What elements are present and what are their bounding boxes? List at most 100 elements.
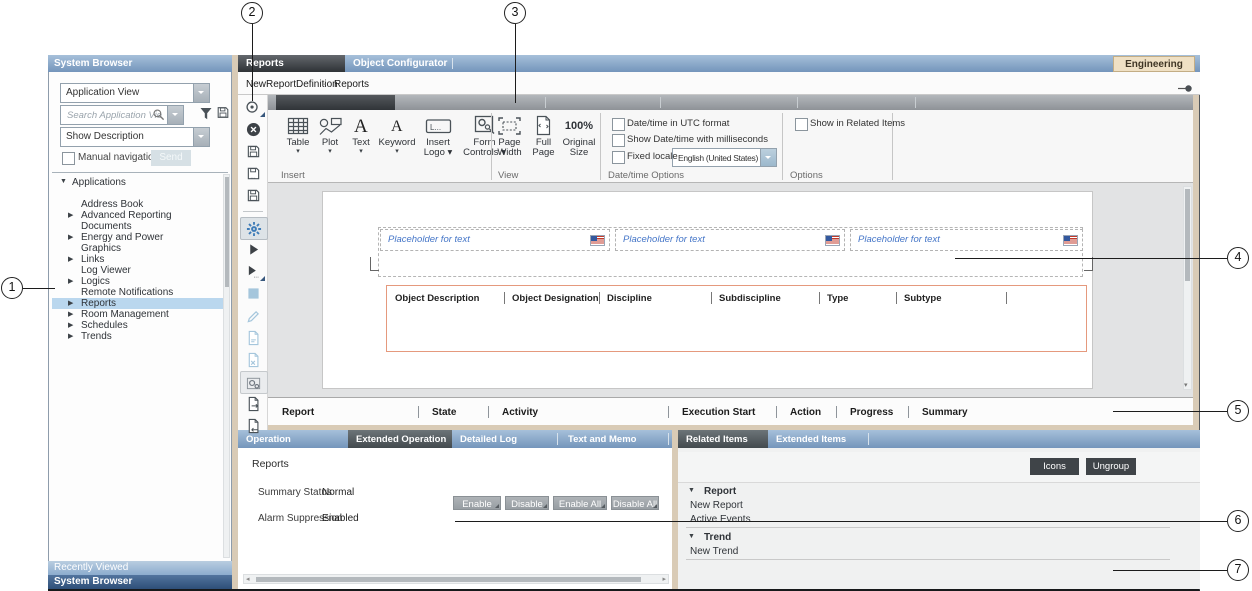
- tree-collapsed-icon[interactable]: ▶: [68, 310, 73, 318]
- tree-collapsed-icon[interactable]: ▶: [68, 255, 73, 263]
- execution-column-progress[interactable]: Progress: [836, 398, 908, 426]
- manual-navigation-checkbox[interactable]: [62, 152, 75, 165]
- related-item-new-report[interactable]: New Report: [690, 500, 743, 511]
- original-size-button[interactable]: 100%Original Size: [560, 113, 598, 158]
- save-as-icon[interactable]: ...: [240, 163, 266, 184]
- keyword-button[interactable]: AKeyword▾: [376, 113, 418, 156]
- enable-all-button[interactable]: Enable All: [553, 496, 607, 510]
- execution-column-execution-start[interactable]: Execution Start: [668, 398, 776, 426]
- execution-column-state[interactable]: State: [418, 398, 488, 426]
- settings-gear-icon[interactable]: [240, 217, 268, 240]
- ungroup-button[interactable]: Ungroup: [1086, 458, 1136, 475]
- checkbox-date-time-in-utc-format[interactable]: [612, 118, 625, 131]
- report-column-object-description[interactable]: Object Description: [387, 288, 504, 308]
- tree-collapsed-icon[interactable]: ▶: [68, 233, 73, 241]
- ribbon-tab-layout[interactable]: Layout: [556, 2, 585, 13]
- export-excel-icon[interactable]: [240, 349, 266, 370]
- icons-button[interactable]: Icons: [1030, 458, 1079, 475]
- related-item-active-events[interactable]: Active Events: [690, 514, 751, 525]
- tree-item-trends[interactable]: ▶Trends: [52, 331, 222, 342]
- tree-item-address-book[interactable]: Address Book: [52, 199, 222, 210]
- related-group-report[interactable]: Report: [704, 486, 736, 497]
- canvas-scrollbar[interactable]: ▾: [1183, 186, 1192, 390]
- tree-item-documents[interactable]: Documents: [52, 221, 222, 232]
- stop-icon[interactable]: [240, 283, 266, 304]
- report-column-object-designation[interactable]: Object Designation: [504, 288, 599, 308]
- view-selector-dropdown[interactable]: Application View: [60, 83, 210, 103]
- tab-text-and-memo[interactable]: Text and Memo: [560, 430, 672, 448]
- tree-item-reports[interactable]: ▶Reports: [52, 298, 223, 309]
- recently-viewed-bar[interactable]: Recently Viewed: [48, 561, 232, 575]
- group-expanded-icon[interactable]: ▼: [688, 487, 695, 494]
- tree-collapsed-icon[interactable]: ▶: [68, 299, 73, 307]
- tree-item-log-viewer[interactable]: Log Viewer: [52, 265, 222, 276]
- tree-expanded-icon[interactable]: ▼: [60, 178, 67, 185]
- chevron-down-icon[interactable]: [193, 84, 209, 102]
- tab-object-configurator[interactable]: Object Configurator: [345, 55, 451, 72]
- text-placeholder[interactable]: Placeholder for text: [380, 229, 610, 251]
- description-selector-dropdown[interactable]: Show Description: [60, 127, 210, 147]
- checkbox-fixed-locale[interactable]: [612, 151, 625, 164]
- tree-scrollbar[interactable]: [223, 174, 230, 558]
- locale-dropdown[interactable]: English (United States): [672, 148, 777, 167]
- tab-operation[interactable]: Operation: [238, 430, 348, 448]
- tree-item-room-management[interactable]: ▶Room Management: [52, 309, 222, 320]
- tab-reports[interactable]: Reports: [238, 55, 345, 72]
- full-page-button[interactable]: Full Page: [527, 113, 560, 158]
- run-icon[interactable]: [240, 239, 266, 260]
- tree-item-logics[interactable]: ▶Logics: [52, 276, 222, 287]
- save-icon[interactable]: [240, 141, 266, 162]
- disable-all-button[interactable]: Disable All: [611, 496, 659, 510]
- tab-extended-items[interactable]: Extended Items: [768, 430, 864, 448]
- disable-button[interactable]: Disable: [505, 496, 549, 510]
- report-column-type[interactable]: Type: [819, 288, 896, 308]
- tree-root-applications[interactable]: ▼Applications: [52, 177, 222, 188]
- send-button[interactable]: Send: [151, 150, 191, 166]
- search-box[interactable]: [60, 105, 184, 125]
- checkbox-show-date-time-with-milliseconds[interactable]: [612, 134, 625, 147]
- text-button[interactable]: AText▾: [346, 113, 376, 156]
- group-expanded-icon[interactable]: ▼: [688, 533, 695, 540]
- search-icon[interactable]: [152, 108, 165, 124]
- form-controls-icon[interactable]: [240, 371, 268, 394]
- ribbon-tab-filter[interactable]: Filter: [413, 2, 434, 13]
- search-input[interactable]: [65, 107, 164, 123]
- tab-extended-operation[interactable]: Extended Operation: [348, 430, 452, 448]
- ribbon-tab-home[interactable]: Home: [286, 2, 311, 13]
- table-button[interactable]: Table▾: [282, 113, 314, 156]
- ribbon-tab-settings[interactable]: Settings: [806, 2, 840, 13]
- operation-hscrollbar[interactable]: ◂ ▸: [243, 574, 669, 584]
- export-pdf-icon[interactable]: [240, 327, 266, 348]
- search-options-dropdown-icon[interactable]: [167, 106, 183, 124]
- filter-icon[interactable]: [199, 106, 213, 124]
- execution-column-activity[interactable]: Activity: [488, 398, 668, 426]
- related-group-trend[interactable]: Trend: [704, 532, 731, 543]
- ribbon-tab-data[interactable]: Data: [668, 2, 688, 13]
- tree-item-schedules[interactable]: ▶Schedules: [52, 320, 222, 331]
- export-file-icon[interactable]: [240, 393, 266, 414]
- system-browser-bar[interactable]: System Browser: [48, 575, 232, 589]
- tree-collapsed-icon[interactable]: ▶: [68, 321, 73, 329]
- save-filter-icon[interactable]: [216, 105, 230, 123]
- tab-detailed-log[interactable]: Detailed Log: [452, 430, 560, 448]
- run-options-icon[interactable]: ...: [240, 261, 266, 282]
- breadcrumb-item-section[interactable]: Reports: [334, 79, 369, 90]
- chevron-down-icon[interactable]: [760, 149, 776, 166]
- tab-related-items[interactable]: Related Items: [678, 430, 768, 448]
- tree-collapsed-icon[interactable]: ▶: [68, 211, 73, 219]
- tree-item-remote-notifications[interactable]: Remote Notifications: [52, 287, 222, 298]
- chevron-down-icon[interactable]: [193, 128, 209, 146]
- tab-engineering[interactable]: Engineering: [1113, 56, 1195, 72]
- related-item-new-trend[interactable]: New Trend: [690, 546, 738, 557]
- tree-collapsed-icon[interactable]: ▶: [68, 277, 73, 285]
- checkbox-show-in-related-items[interactable]: [795, 118, 808, 131]
- page-width-button[interactable]: Page Width: [492, 113, 527, 158]
- execution-column-action[interactable]: Action: [776, 398, 836, 426]
- tree-item-advanced-reporting[interactable]: ▶Advanced Reporting: [52, 210, 222, 221]
- enable-button[interactable]: Enable: [453, 496, 501, 510]
- text-placeholder[interactable]: Placeholder for text: [615, 229, 845, 251]
- execution-column-report[interactable]: Report: [268, 398, 418, 426]
- save-all-icon[interactable]: [240, 185, 266, 206]
- tree-item-graphics[interactable]: Graphics: [52, 243, 222, 254]
- close-icon[interactable]: [240, 119, 266, 140]
